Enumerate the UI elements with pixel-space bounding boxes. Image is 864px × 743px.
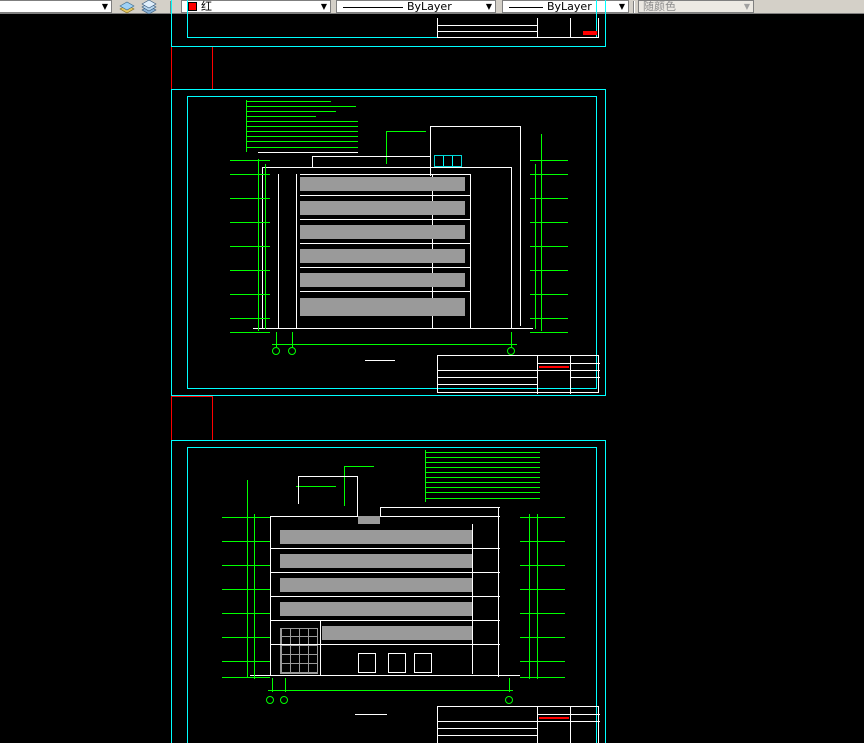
title-block: [437, 355, 600, 394]
chevron-down-icon[interactable]: ▼: [99, 1, 111, 13]
drawing-canvas[interactable]: [0, 0, 864, 743]
toolbar-separator: [633, 1, 635, 13]
title-block: [437, 706, 600, 743]
plotstyle-combo: 随颜色 ▼: [638, 0, 754, 13]
plotstyle-value: 随颜色: [643, 0, 676, 13]
make-layer-current-icon[interactable]: [140, 0, 158, 15]
chevron-down-icon: ▼: [743, 2, 751, 11]
layer-previous-icon[interactable]: [118, 0, 136, 14]
layer-combo[interactable]: ▼: [0, 0, 112, 13]
title-block: [437, 18, 599, 38]
chevron-down-icon[interactable]: ▼: [616, 1, 628, 13]
